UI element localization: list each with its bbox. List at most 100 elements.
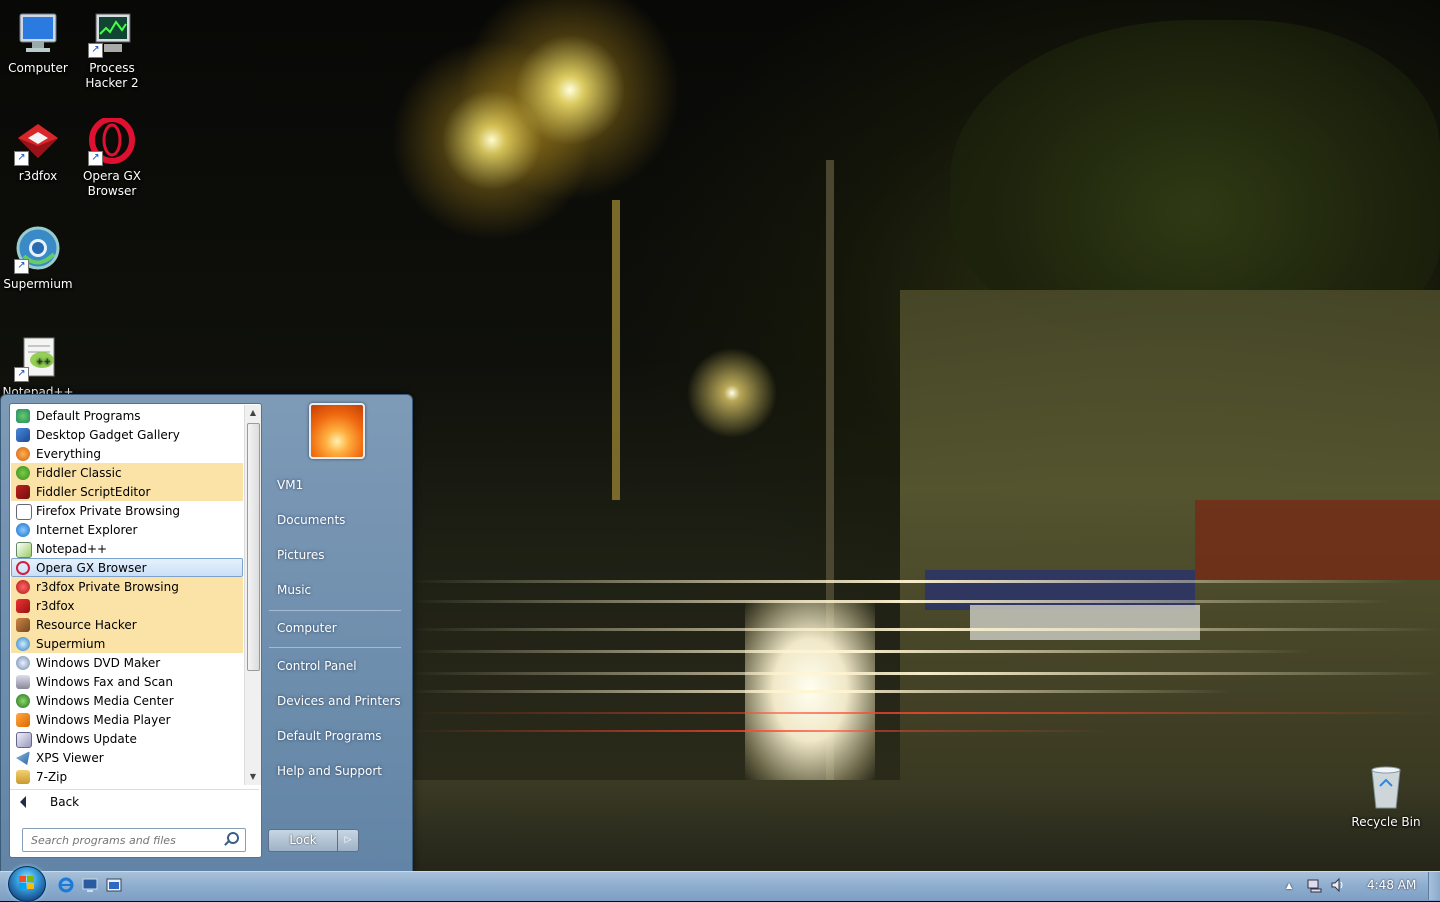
start-right-vm1[interactable]: VM1 (269, 472, 403, 499)
program-item-firefox-private-browsing[interactable]: Firefox Private Browsing (11, 501, 243, 520)
back-arrow-icon (20, 796, 26, 808)
program-item-windows-update[interactable]: Windows Update (11, 729, 243, 748)
right-item-label: Help and Support (277, 764, 382, 778)
light-streak (410, 730, 1110, 732)
program-item-internet-explorer[interactable]: Internet Explorer (11, 520, 243, 539)
lock-button[interactable]: Lock (268, 829, 338, 852)
program-item-resource-hacker[interactable]: Resource Hacker (11, 615, 243, 634)
desktop-icon-supermium[interactable]: ↗ Supermium (0, 226, 76, 292)
start-right-music[interactable]: Music (269, 577, 403, 604)
program-item-notepad-plus-plus[interactable]: Notepad++ (11, 539, 243, 558)
xps-viewer-icon (16, 751, 30, 765)
desktop-icon-recycle-bin[interactable]: Recycle Bin (1348, 764, 1424, 830)
scroll-up-arrow-icon[interactable]: ▲ (245, 405, 261, 421)
start-right-control-panel[interactable]: Control Panel (269, 653, 403, 680)
program-item-desktop-gadget-gallery[interactable]: Desktop Gadget Gallery (11, 425, 243, 444)
program-item-default-programs[interactable]: Default Programs (11, 406, 243, 425)
program-label: Windows Update (36, 732, 137, 746)
light-streak (410, 628, 1440, 631)
start-right-documents[interactable]: Documents (269, 507, 403, 534)
switch-windows-quicklaunch-icon[interactable] (106, 877, 122, 893)
recycle-bin-icon (1362, 764, 1410, 812)
program-label: Windows Media Player (36, 713, 171, 727)
program-label: Windows DVD Maker (36, 656, 161, 670)
desktop-icon-computer[interactable]: Computer (0, 10, 76, 76)
fiddler-scripteditor-icon (16, 485, 30, 499)
notepad-plus-plus-icon: ++ ↗ (14, 334, 62, 382)
media-player-icon (16, 713, 30, 727)
search-icon[interactable] (227, 832, 239, 844)
right-item-label: VM1 (277, 478, 304, 492)
arrow-glyph: ▷ (344, 835, 352, 845)
start-right-help-support[interactable]: Help and Support (269, 758, 403, 785)
r3dfox-private-icon (16, 580, 30, 594)
computer-icon (14, 10, 62, 58)
scroll-down-arrow-icon[interactable]: ▼ (245, 769, 261, 785)
light-streak (410, 672, 1440, 675)
program-label: Notepad++ (36, 542, 108, 556)
wallpaper-road (410, 780, 1440, 870)
start-right-devices-printers[interactable]: Devices and Printers (269, 688, 403, 715)
program-item-fiddler-classic[interactable]: Fiddler Classic (11, 463, 243, 482)
program-label: Opera GX Browser (36, 561, 147, 575)
wallpaper-lamp-post (612, 200, 620, 500)
desktop-icon-notepad-plus-plus[interactable]: ++ ↗ Notepad++ (0, 334, 76, 400)
light-streak (410, 580, 1410, 583)
start-right-pictures[interactable]: Pictures (269, 542, 403, 569)
media-center-icon (16, 694, 30, 708)
desktop-icon-process-hacker[interactable]: ↗ Process Hacker 2 (74, 10, 150, 91)
program-item-windows-media-center[interactable]: Windows Media Center (11, 691, 243, 710)
program-item-r3dfox[interactable]: r3dfox (11, 596, 243, 615)
desktop-icon-r3dfox[interactable]: ↗ r3dfox (0, 118, 76, 184)
show-desktop-button[interactable] (1428, 872, 1440, 900)
shutdown-options-arrow-icon[interactable]: ▷ (337, 829, 359, 852)
back-button[interactable]: Back (10, 789, 259, 816)
windows-logo-icon (19, 876, 35, 890)
light-streak (410, 712, 1440, 714)
internet-explorer-quicklaunch-icon[interactable] (58, 877, 74, 893)
taskbar-clock[interactable]: 4:48 AM (1367, 878, 1416, 892)
program-item-r3dfox-private-browsing[interactable]: r3dfox Private Browsing (11, 577, 243, 596)
desktop-icon-opera-gx[interactable]: ↗ Opera GX Browser (74, 116, 150, 199)
shortcut-arrow-icon: ↗ (88, 151, 103, 166)
search-input[interactable] (29, 829, 223, 851)
start-menu: Default Programs Desktop Gadget Gallery … (0, 394, 413, 873)
program-label: 7-Zip (36, 770, 68, 784)
scrollbar-thumb[interactable] (247, 423, 260, 671)
volume-icon[interactable] (1330, 877, 1346, 893)
program-item-xps-viewer[interactable]: XPS Viewer (11, 748, 243, 767)
right-item-label: Pictures (277, 548, 325, 562)
right-item-label: Control Panel (277, 659, 357, 673)
menu-separator (269, 647, 401, 648)
program-item-opera-gx-browser[interactable]: Opera GX Browser (11, 558, 243, 577)
program-item-7-zip[interactable]: 7-Zip (11, 767, 243, 786)
right-item-label: Computer (277, 621, 337, 635)
start-search-box[interactable] (22, 828, 246, 852)
supermium-icon (16, 637, 30, 651)
start-right-computer[interactable]: Computer (269, 615, 403, 642)
fax-scan-icon (16, 675, 30, 689)
opera-gx-icon: ↗ (88, 116, 136, 166)
gadget-gallery-icon (16, 428, 30, 442)
user-account-picture[interactable] (309, 403, 365, 459)
right-item-label: Devices and Printers (277, 694, 401, 708)
start-right-default-programs[interactable]: Default Programs (269, 723, 403, 750)
program-item-supermium[interactable]: Supermium (11, 634, 243, 653)
right-item-label: Music (277, 583, 312, 597)
program-item-windows-dvd-maker[interactable]: Windows DVD Maker (11, 653, 243, 672)
programs-scrollbar[interactable]: ▲ ▼ (244, 405, 261, 785)
right-item-label: Default Programs (277, 729, 382, 743)
network-icon[interactable] (1306, 877, 1322, 893)
program-item-windows-fax-and-scan[interactable]: Windows Fax and Scan (11, 672, 243, 691)
start-button[interactable] (8, 866, 46, 902)
program-item-everything[interactable]: Everything (11, 444, 243, 463)
program-item-fiddler-scripteditor[interactable]: Fiddler ScriptEditor (11, 482, 243, 501)
program-item-windows-media-player[interactable]: Windows Media Player (11, 710, 243, 729)
show-hidden-icons-arrow[interactable]: ▲ (1286, 881, 1292, 890)
right-item-label: Documents (277, 513, 346, 527)
show-desktop-quicklaunch-icon[interactable] (82, 877, 98, 893)
desktop-icon-label: Recycle Bin (1351, 815, 1421, 829)
r3dfox-icon: ↗ (14, 118, 62, 166)
light-streak (410, 690, 1230, 693)
desktop-icon-label: r3dfox (18, 169, 58, 183)
